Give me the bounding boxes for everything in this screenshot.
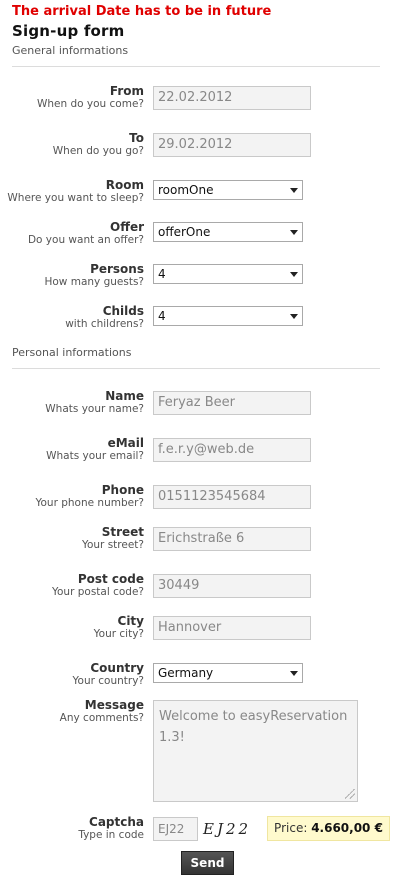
chevron-down-icon — [290, 671, 298, 676]
email-hint: Whats your email? — [46, 450, 144, 462]
room-select[interactable]: roomOne — [153, 180, 303, 200]
name-hint: Whats your name? — [45, 403, 144, 415]
phone-label: Phone Your phone number? — [0, 483, 144, 510]
name-input[interactable]: Feryaz Beer — [153, 391, 311, 415]
message-label: Message Any comments? — [0, 698, 144, 725]
persons-select-value: 4 — [158, 267, 166, 281]
to-hint: When do you go? — [52, 145, 144, 157]
persons-label: Persons How many guests? — [0, 262, 144, 289]
section-general-heading: General informations — [12, 44, 129, 57]
message-label-text: Message — [84, 698, 144, 712]
from-label: From When do you come? — [0, 84, 144, 111]
chevron-down-icon — [290, 188, 298, 193]
room-label: Room Where you want to sleep? — [0, 178, 144, 205]
captcha-image: EJ22 — [203, 820, 252, 838]
chevron-down-icon — [290, 314, 298, 319]
name-label: Name Whats your name? — [0, 389, 144, 416]
postcode-label-text: Post code — [77, 572, 144, 586]
childs-hint: with childrens? — [65, 318, 144, 330]
to-label-text: To — [129, 131, 144, 145]
street-hint: Your street? — [81, 539, 144, 551]
message-hint: Any comments? — [59, 712, 144, 724]
persons-hint: How many guests? — [44, 276, 144, 288]
room-select-value: roomOne — [158, 183, 214, 197]
street-label-text: Street — [101, 525, 144, 539]
country-hint: Your country? — [72, 675, 144, 687]
message-text: Welcome to easyReservation 1.3! — [159, 709, 348, 745]
chevron-down-icon — [290, 230, 298, 235]
price-box: Price: 4.660,00 € — [267, 816, 390, 841]
message-textarea[interactable]: Welcome to easyReservation 1.3! — [153, 700, 358, 802]
postcode-hint: Your postal code? — [51, 586, 144, 598]
section-personal-heading: Personal informations — [12, 346, 132, 359]
city-label-text: City — [117, 614, 144, 628]
country-label-text: Country — [90, 661, 144, 675]
offer-label-text: Offer — [110, 220, 144, 234]
postcode-input[interactable]: 30449 — [153, 574, 311, 598]
city-hint: Your city? — [93, 628, 144, 640]
captcha-label-text: Captcha — [89, 815, 144, 829]
phone-hint: Your phone number? — [35, 497, 144, 509]
childs-select-value: 4 — [158, 309, 166, 323]
chevron-down-icon — [290, 272, 298, 277]
room-hint: Where you want to sleep? — [7, 192, 144, 204]
offer-hint: Do you want an offer? — [27, 234, 144, 246]
price-label: Price: — [274, 821, 312, 835]
offer-select[interactable]: offerOne — [153, 222, 303, 242]
email-label-text: eMail — [107, 436, 144, 450]
phone-input[interactable]: 0151123545684 — [153, 485, 311, 509]
captcha-hint: Type in code — [78, 829, 144, 841]
email-input[interactable]: f.e.r.y@web.de — [153, 438, 311, 462]
error-message: The arrival Date has to be in future — [12, 4, 272, 19]
name-label-text: Name — [105, 389, 144, 403]
country-label: Country Your country? — [0, 661, 144, 688]
childs-label-text: Childs — [102, 304, 144, 318]
phone-label-text: Phone — [101, 483, 144, 497]
email-label: eMail Whats your email? — [0, 436, 144, 463]
country-select-value: Germany — [158, 666, 214, 680]
street-input[interactable]: Erichstraße 6 — [153, 527, 311, 551]
persons-select[interactable]: 4 — [153, 264, 303, 284]
persons-label-text: Persons — [90, 262, 144, 276]
captcha-label: Captcha Type in code — [0, 815, 144, 842]
street-label: Street Your street? — [0, 525, 144, 552]
city-label: City Your city? — [0, 614, 144, 641]
city-input[interactable]: Hannover — [153, 616, 311, 640]
send-button[interactable]: Send — [181, 851, 234, 875]
divider — [12, 368, 380, 369]
divider — [12, 66, 380, 67]
captcha-input[interactable]: EJ22 — [153, 817, 198, 841]
from-label-text: From — [109, 84, 144, 98]
country-select[interactable]: Germany — [153, 663, 303, 683]
from-hint: When do you come? — [36, 98, 144, 110]
childs-select[interactable]: 4 — [153, 306, 303, 326]
postcode-label: Post code Your postal code? — [0, 572, 144, 599]
from-date-input[interactable]: 22.02.2012 — [153, 86, 311, 110]
to-label: To When do you go? — [0, 131, 144, 158]
form-title: Sign-up form — [12, 22, 125, 40]
to-date-input[interactable]: 29.02.2012 — [153, 133, 311, 157]
resize-grip-icon[interactable] — [345, 789, 355, 799]
room-label-text: Room — [105, 178, 144, 192]
childs-label: Childs with childrens? — [0, 304, 144, 331]
price-amount: 4.660,00 € — [311, 821, 383, 835]
offer-select-value: offerOne — [158, 225, 211, 239]
offer-label: Offer Do you want an offer? — [0, 220, 144, 247]
